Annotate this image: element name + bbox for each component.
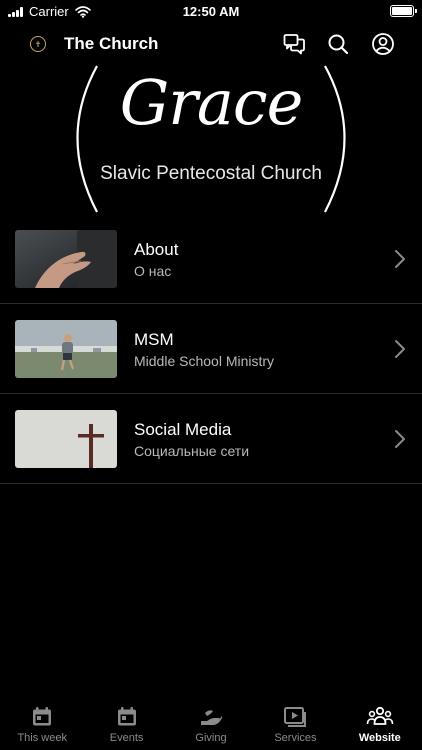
profile-icon[interactable]	[371, 32, 395, 56]
list-item-subtitle: Социальные сети	[134, 443, 250, 459]
chat-icon[interactable]	[282, 32, 306, 56]
list-item-social-media[interactable]: Social Media Социальные сети	[0, 394, 422, 484]
tab-services[interactable]: Services	[253, 700, 337, 750]
about-thumbnail	[15, 230, 117, 288]
video-play-icon	[284, 707, 307, 727]
search-icon[interactable]	[326, 32, 350, 56]
website-list: About О нас MSM Middle School Ministry S…	[0, 214, 422, 484]
list-item-subtitle: Middle School Ministry	[134, 353, 275, 369]
tab-this-week[interactable]: This week	[0, 700, 84, 750]
list-item-title: About	[134, 240, 179, 259]
chevron-right-icon	[395, 340, 405, 358]
chevron-right-icon	[395, 250, 405, 268]
tab-label: Website	[358, 732, 401, 744]
tab-events[interactable]: Events	[84, 700, 168, 750]
battery-icon	[390, 5, 417, 17]
people-group-icon	[366, 706, 394, 725]
tab-website[interactable]: Website	[338, 700, 422, 750]
tab-label: Services	[274, 732, 317, 744]
list-item-title: MSM	[134, 330, 174, 349]
grace-script-title: Grace	[119, 66, 304, 139]
chevron-right-icon	[395, 430, 405, 448]
giving-hand-icon	[201, 710, 223, 725]
list-item-title: Social Media	[134, 420, 232, 439]
tab-label: Giving	[195, 732, 227, 744]
status-bar: Carrier 12:50 AM	[0, 0, 422, 22]
status-time: 12:50 AM	[182, 4, 240, 19]
list-item-subtitle: О нас	[134, 263, 172, 279]
church-logo-icon[interactable]: ✝	[30, 36, 46, 52]
msm-thumbnail	[15, 320, 117, 378]
tab-bar: This week Events Giving Services Website	[0, 700, 422, 750]
calendar-icon	[117, 707, 136, 726]
church-subtitle: Slavic Pentecostal Church	[100, 163, 322, 184]
calendar-icon	[33, 707, 52, 726]
social-media-thumbnail	[15, 410, 117, 468]
tab-label: Events	[109, 732, 144, 744]
page-title: The Church	[64, 34, 159, 53]
church-hero-logo: Grace Slavic Pentecostal Church	[0, 62, 422, 222]
tab-label: This week	[17, 732, 67, 744]
list-item-msm[interactable]: MSM Middle School Ministry	[0, 304, 422, 394]
list-item-about[interactable]: About О нас	[0, 214, 422, 304]
app-header: ✝ The Church	[0, 28, 422, 60]
tab-giving[interactable]: Giving	[169, 700, 253, 750]
